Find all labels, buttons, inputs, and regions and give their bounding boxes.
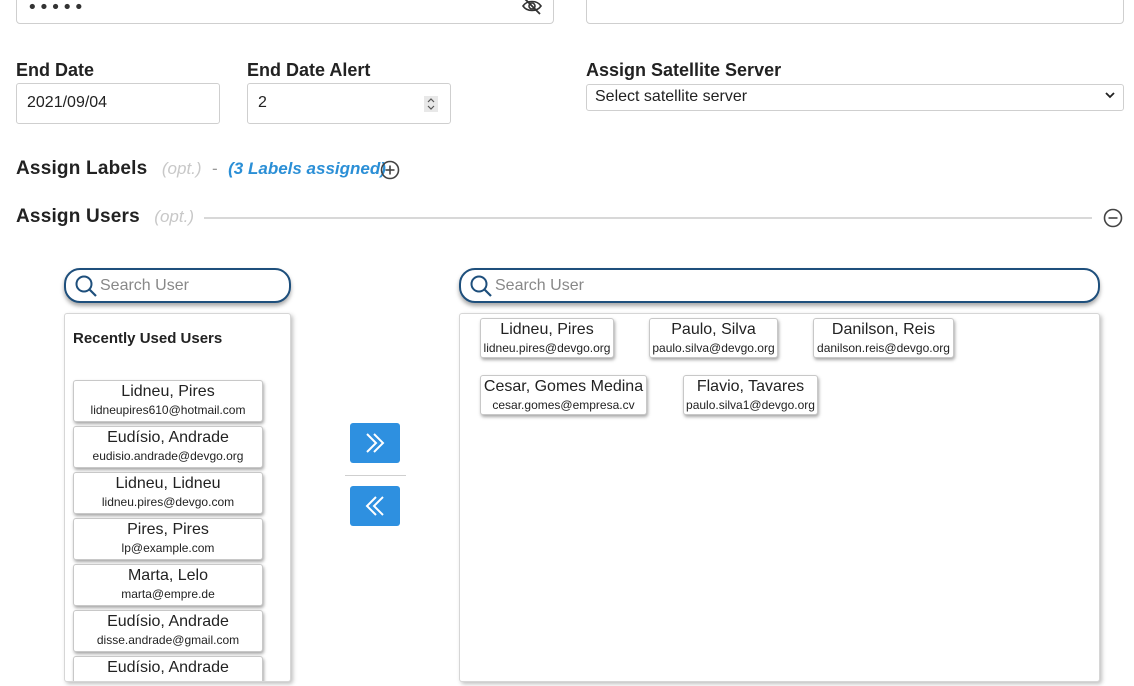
- user-email: danilson.reis@devgo.org: [817, 341, 950, 355]
- satellite-select[interactable]: Select satellite server: [586, 84, 1124, 111]
- recent-user-card[interactable]: Eudísio, Andrade eudisio.andrade@devgo.o…: [73, 426, 263, 468]
- add-users-button[interactable]: [350, 423, 400, 463]
- assign-users-title: Assign Users: [16, 206, 140, 227]
- user-email: lidneu.pires@devgo.org: [483, 341, 611, 355]
- labels-assigned-link[interactable]: (3 Labels assigned): [228, 159, 386, 178]
- user-name: Eudísio, Andrade: [107, 429, 229, 446]
- assigned-user-card[interactable]: Lidneu, Pires lidneu.pires@devgo.org: [480, 318, 614, 358]
- assign-users-opt: (opt.): [154, 207, 194, 226]
- end-date-label: End Date: [16, 60, 95, 80]
- right-search-placeholder: Search User: [495, 277, 584, 294]
- password-field[interactable]: •••••: [16, 0, 554, 24]
- assigned-user-card[interactable]: Danilson, Reis danilson.reis@devgo.org: [813, 318, 954, 358]
- double-chevron-right-icon: [366, 433, 385, 453]
- left-search-input[interactable]: Search User: [64, 268, 291, 303]
- recent-user-card[interactable]: Lidneu, Pires lidneupires610@hotmail.com: [73, 380, 263, 422]
- recent-user-card[interactable]: Lidneu, Lidneu lidneu.pires@devgo.com: [73, 472, 263, 514]
- left-search-placeholder: Search User: [100, 277, 189, 294]
- user-email: lp@example.com: [121, 541, 215, 555]
- end-date-value: 2021/09/04: [27, 94, 108, 111]
- user-email: disse.andrade@gmail.com: [96, 633, 240, 647]
- user-email: lidneupires610@hotmail.com: [90, 403, 246, 417]
- end-date-alert-value: 2: [258, 94, 267, 111]
- assigned-user-card[interactable]: Paulo, Silva paulo.silva@devgo.org: [649, 318, 778, 358]
- user-name: Danilson, Reis: [831, 321, 936, 338]
- user-email: paulo.silva@devgo.org: [652, 341, 775, 355]
- user-name: Flavio, Tavares: [696, 378, 805, 395]
- assign-labels-row: Assign Labels (opt.) - (3 Labels assigne…: [16, 158, 386, 180]
- search-icon: [75, 275, 97, 297]
- user-name: Marta, Lelo: [127, 567, 209, 584]
- user-name: Eudísio, Andrade: [107, 659, 229, 676]
- user-name: Lidneu, Pires: [121, 383, 215, 400]
- user-name: Lidneu, Pires: [500, 321, 594, 338]
- stepper-icon[interactable]: [424, 96, 438, 112]
- minus-circle-icon[interactable]: [1103, 208, 1123, 228]
- recent-user-card[interactable]: Pires, Pires lp@example.com: [73, 518, 263, 560]
- recent-user-card[interactable]: Marta, Lelo marta@empre.de: [73, 564, 263, 606]
- assign-labels-dash: -: [212, 159, 218, 178]
- recent-users-panel[interactable]: Recently Used Users Lidneu, Pires lidneu…: [64, 313, 291, 682]
- end-date-alert-label: End Date Alert: [247, 60, 371, 80]
- chevron-down-icon: [1105, 92, 1115, 99]
- section-divider: [204, 217, 1092, 219]
- user-name: Eudísio, Andrade: [107, 613, 229, 630]
- assign-labels-opt: (opt.): [161, 159, 202, 178]
- user-name: Paulo, Silva: [671, 321, 756, 338]
- remove-users-button[interactable]: [350, 486, 400, 526]
- user-name: Lidneu, Lidneu: [115, 475, 221, 492]
- user-email: cesar.gomes@empresa.cv: [492, 398, 635, 412]
- assigned-users-panel[interactable]: Lidneu, Pires lidneu.pires@devgo.org Pau…: [459, 313, 1100, 682]
- search-icon: [470, 275, 492, 297]
- top-right-field[interactable]: [586, 0, 1124, 24]
- satellite-label: Assign Satellite Server: [586, 60, 782, 80]
- right-search-input[interactable]: Search User: [459, 268, 1100, 303]
- user-email: lidneu.pires@devgo.com: [101, 495, 235, 509]
- assign-users-row: Assign Users (opt.): [16, 206, 194, 228]
- assigned-user-card[interactable]: Flavio, Tavares paulo.silva1@devgo.org: [683, 375, 818, 415]
- user-name: Pires, Pires: [127, 521, 209, 538]
- user-email: eudisio.andrade@devgo.org: [92, 449, 244, 463]
- user-name: Cesar, Gomes Medina: [483, 378, 644, 395]
- assigned-user-card[interactable]: Cesar, Gomes Medina cesar.gomes@empresa.…: [480, 375, 647, 415]
- recent-user-card[interactable]: Eudísio, Andrade disse.andrade@gmail.com: [73, 610, 263, 652]
- recent-user-card[interactable]: Eudísio, Andrade: [73, 656, 263, 681]
- recent-users-title: Recently Used Users: [73, 330, 223, 347]
- end-date-alert-input[interactable]: 2: [247, 83, 451, 124]
- double-chevron-left-icon: [365, 496, 384, 516]
- eye-slash-icon[interactable]: [521, 0, 543, 15]
- end-date-input[interactable]: 2021/09/04: [16, 83, 220, 124]
- password-mask: •••••: [27, 0, 86, 18]
- user-email: marta@empre.de: [121, 587, 215, 601]
- user-email: paulo.silva1@devgo.org: [686, 398, 815, 412]
- button-divider: [345, 475, 406, 476]
- assign-labels-title: Assign Labels: [16, 158, 148, 179]
- satellite-selected: Select satellite server: [595, 88, 748, 105]
- plus-circle-icon[interactable]: [380, 160, 400, 180]
